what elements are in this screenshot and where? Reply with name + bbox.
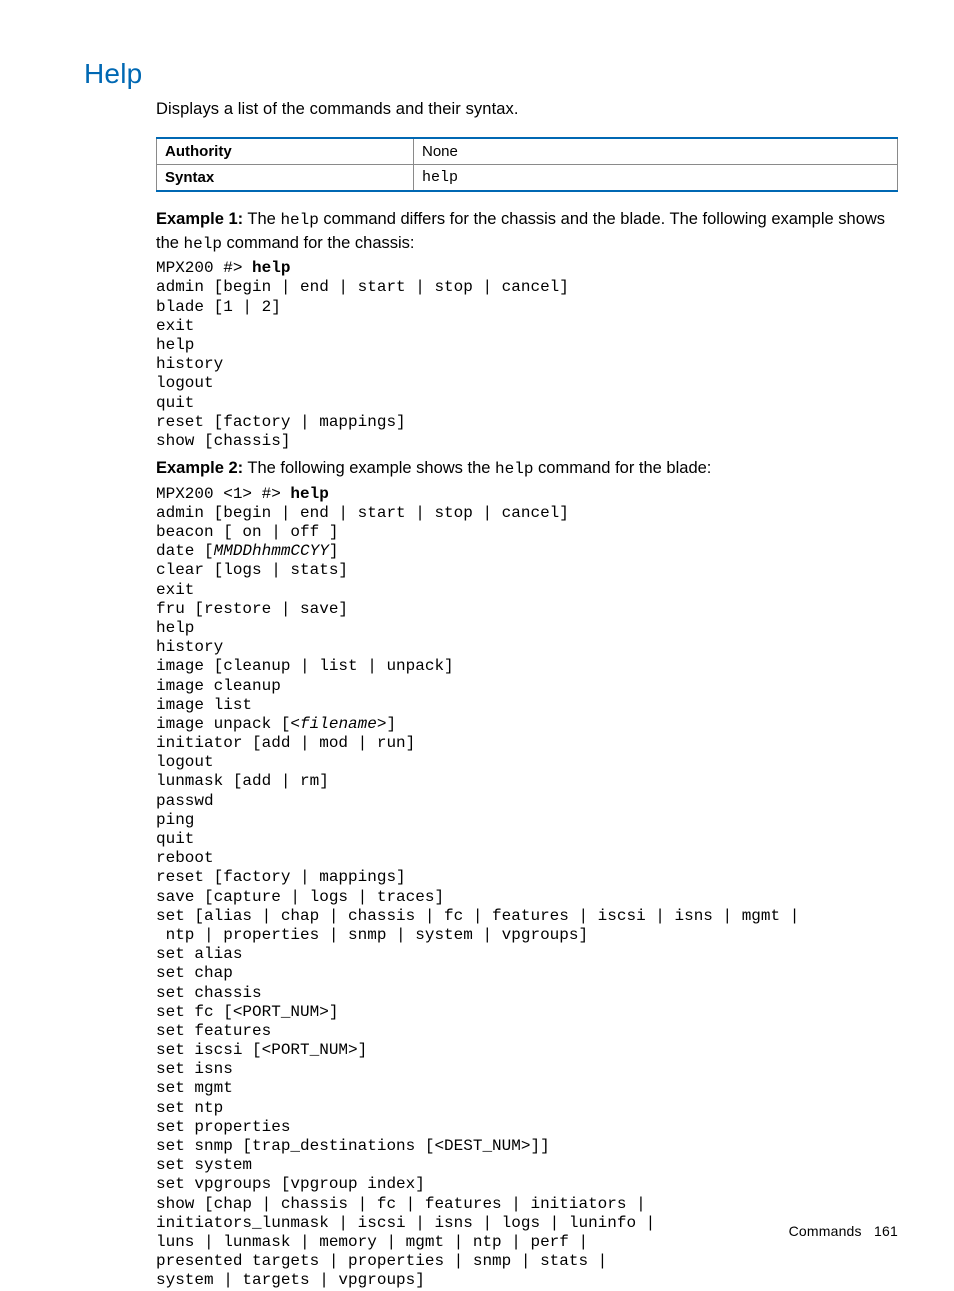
example-2-code: MPX200 <1> #> help admin [begin | end | … xyxy=(156,485,898,1291)
example-label: Example 2: xyxy=(156,459,243,477)
table-value: None xyxy=(414,138,898,165)
table-label: Authority xyxy=(157,138,414,165)
footer-page-number: 161 xyxy=(874,1223,898,1239)
table-row: Syntaxhelp xyxy=(157,165,898,192)
example-label: Example 1: xyxy=(156,210,243,228)
table-value: help xyxy=(414,165,898,192)
info-table: AuthorityNoneSyntaxhelp xyxy=(156,137,898,192)
table-row: AuthorityNone xyxy=(157,138,898,165)
example-2-text: Example 2: The following example shows t… xyxy=(156,457,898,481)
example-1-text: Example 1: The help command differs for … xyxy=(156,208,898,255)
section-heading: Help xyxy=(84,58,898,90)
footer-section: Commands xyxy=(789,1223,862,1239)
table-label: Syntax xyxy=(157,165,414,192)
example-1-code: MPX200 #> help admin [begin | end | star… xyxy=(156,259,898,451)
page-footer: Commands 161 xyxy=(789,1223,898,1239)
intro-paragraph: Displays a list of the commands and thei… xyxy=(156,100,898,119)
